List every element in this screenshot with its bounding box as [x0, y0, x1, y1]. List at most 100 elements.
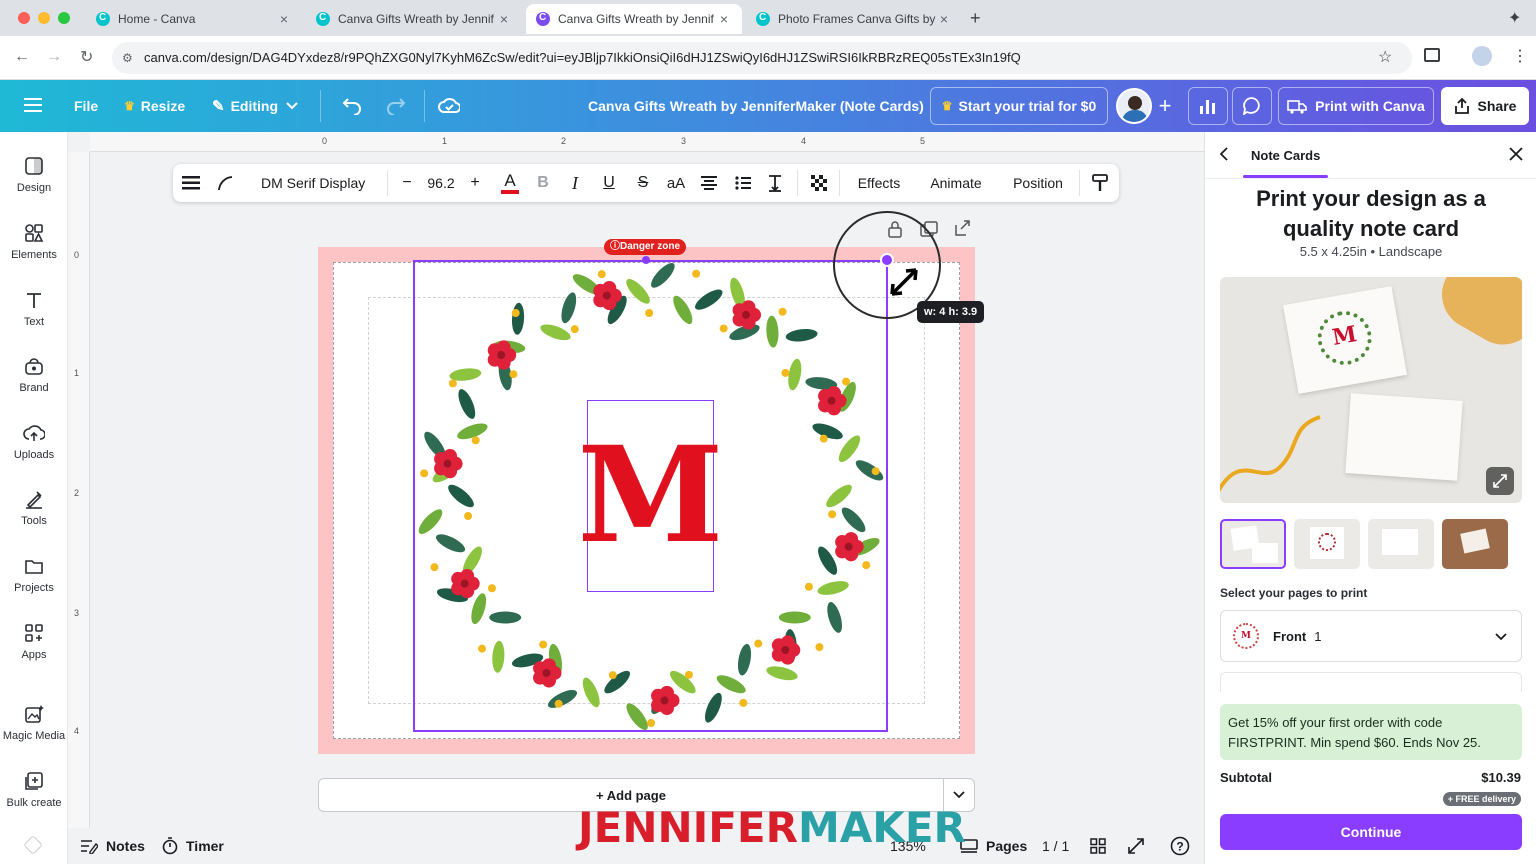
bold-icon[interactable]: B [531, 164, 555, 202]
undo-icon[interactable] [342, 97, 362, 115]
mockup-thumbnail-1[interactable] [1220, 519, 1286, 569]
logo-jennifer: JENNIFER [578, 803, 798, 852]
resize-button[interactable]: ♛ Resize [124, 92, 185, 120]
rail-item-apps[interactable]: Apps [0, 611, 68, 673]
close-panel-icon[interactable] [1509, 147, 1523, 161]
decrease-font-size-button[interactable]: − [395, 164, 419, 202]
font-size-input[interactable]: 96.2 [421, 164, 461, 202]
document-title[interactable]: Canva Gifts Wreath by JenniferMaker (Not… [588, 92, 924, 120]
close-tab-icon[interactable]: × [276, 11, 292, 27]
mockup-thumbnail-2[interactable] [1294, 519, 1360, 569]
ruler-tick: 4 [801, 136, 807, 146]
browser-menu-icon[interactable]: ⋮ [1512, 46, 1528, 66]
canva-favicon-icon [316, 12, 330, 26]
comment-icon[interactable] [1232, 87, 1272, 125]
share-button[interactable]: Share [1441, 87, 1529, 125]
timer-button[interactable]: Timer [162, 836, 224, 856]
transparency-icon[interactable] [807, 164, 831, 202]
position-button[interactable]: Position [1003, 164, 1073, 202]
maximize-window-button[interactable] [58, 12, 70, 24]
truck-icon [1287, 100, 1307, 114]
increase-font-size-button[interactable]: + [463, 164, 487, 202]
pages-select-secondary[interactable] [1220, 672, 1522, 692]
print-with-canva-button[interactable]: Print with Canva [1278, 87, 1434, 125]
font-family-dropdown[interactable]: DM Serif Display [251, 164, 385, 202]
help-icon[interactable]: ? [1170, 836, 1190, 856]
panel-tab-note-cards[interactable]: Note Cards [1251, 148, 1320, 163]
mockup-thumbnail-4[interactable] [1442, 519, 1508, 569]
back-icon[interactable]: ← [14, 48, 30, 66]
site-info-icon[interactable]: ⚙ [122, 42, 133, 74]
editing-mode-button[interactable]: ✎ Editing [212, 92, 298, 120]
browser-tab[interactable]: Photo Frames Canva Gifts by × [746, 4, 962, 34]
text-color-button[interactable]: A [497, 164, 523, 202]
minimize-window-button[interactable] [38, 12, 50, 24]
notes-button[interactable]: Notes [80, 836, 145, 856]
bookmark-star-icon[interactable]: ☆ [1378, 47, 1392, 67]
cloud-saved-icon[interactable] [438, 96, 460, 114]
rail-item-brand[interactable]: Brand [0, 344, 68, 406]
forward-icon[interactable]: → [46, 48, 62, 66]
collapse-rail-icon[interactable] [23, 835, 43, 855]
pages-select-dropdown[interactable]: M Front 1 [1220, 610, 1522, 662]
copy-style-icon[interactable] [1087, 164, 1113, 202]
share-element-icon[interactable] [954, 220, 970, 236]
cast-icon[interactable] [1424, 48, 1440, 62]
rail-item-tools[interactable]: Tools [0, 477, 68, 539]
more-options-icon[interactable] [179, 164, 203, 202]
letter-case-button[interactable]: aA [663, 164, 689, 202]
expand-image-icon[interactable] [1486, 467, 1514, 495]
mockup-thumbnail-3[interactable] [1368, 519, 1434, 569]
browser-tab[interactable]: Canva Gifts Wreath by Jennif × [306, 4, 522, 34]
align-center-icon[interactable] [697, 164, 721, 202]
free-delivery-badge: + FREE delivery [1442, 792, 1521, 806]
close-tab-icon[interactable]: × [716, 11, 732, 27]
rotate-handle[interactable] [642, 256, 650, 264]
effects-button[interactable]: Effects [849, 164, 909, 202]
start-trial-button[interactable]: ♛ Start your trial for $0 [930, 87, 1108, 125]
profile-avatar[interactable] [1472, 46, 1492, 66]
rail-item-uploads[interactable]: Uploads [0, 411, 68, 473]
strikethrough-icon[interactable]: S [631, 164, 655, 202]
rail-item-magic-media[interactable]: Magic Media [0, 692, 68, 754]
gemini-sparkle-icon[interactable]: ✦ [1508, 8, 1521, 28]
rail-item-design[interactable]: Design [0, 144, 68, 206]
animate-button[interactable]: Animate [923, 164, 989, 202]
spacing-icon[interactable] [763, 164, 787, 202]
editing-label: Editing [230, 98, 279, 114]
browser-tab[interactable]: Home - Canva × [86, 4, 302, 34]
rail-item-projects[interactable]: Projects [0, 544, 68, 606]
back-chevron-icon[interactable] [1219, 146, 1229, 162]
grid-view-icon[interactable] [1090, 836, 1106, 856]
rail-item-text[interactable]: Text [0, 278, 68, 340]
fullscreen-icon[interactable] [1128, 836, 1144, 856]
url-field[interactable]: ⚙ canva.com/design/DAG4DYxdez8/r9PQhZXG0… [112, 42, 1412, 74]
curve-text-icon[interactable] [213, 164, 237, 202]
main-menu-icon[interactable] [24, 98, 42, 112]
rail-item-bulk-create[interactable]: Bulk create [0, 759, 68, 821]
underline-icon[interactable]: U [597, 164, 621, 202]
italic-icon[interactable]: I [563, 164, 587, 202]
bullet-list-icon[interactable] [731, 164, 755, 202]
insights-chart-icon[interactable] [1188, 87, 1228, 125]
ruler-tick: 5 [920, 136, 926, 146]
rail-item-elements[interactable]: Elements [0, 211, 68, 273]
browser-tab-active[interactable]: Canva Gifts Wreath by Jennif × [526, 4, 742, 34]
reload-icon[interactable]: ↻ [80, 47, 93, 67]
file-menu-button[interactable]: File [74, 92, 98, 120]
close-tab-icon[interactable]: × [936, 11, 952, 27]
monogram-text-box[interactable]: M [577, 400, 724, 592]
invite-plus-icon[interactable]: + [1150, 87, 1180, 125]
design-icon [25, 157, 43, 175]
mockup-orange-decor [1429, 277, 1522, 358]
redo-icon[interactable] [386, 97, 406, 115]
close-window-button[interactable] [18, 12, 30, 24]
new-tab-icon[interactable]: + [970, 8, 981, 29]
continue-button[interactable]: Continue [1220, 814, 1522, 850]
close-tab-icon[interactable]: × [496, 11, 512, 27]
pages-button[interactable]: Pages [960, 836, 1027, 856]
left-ruler: 0 1 2 3 4 [68, 152, 90, 832]
warning-icon: ⓘ [610, 241, 620, 252]
user-avatar[interactable] [1116, 88, 1152, 124]
header-divider [320, 90, 321, 122]
